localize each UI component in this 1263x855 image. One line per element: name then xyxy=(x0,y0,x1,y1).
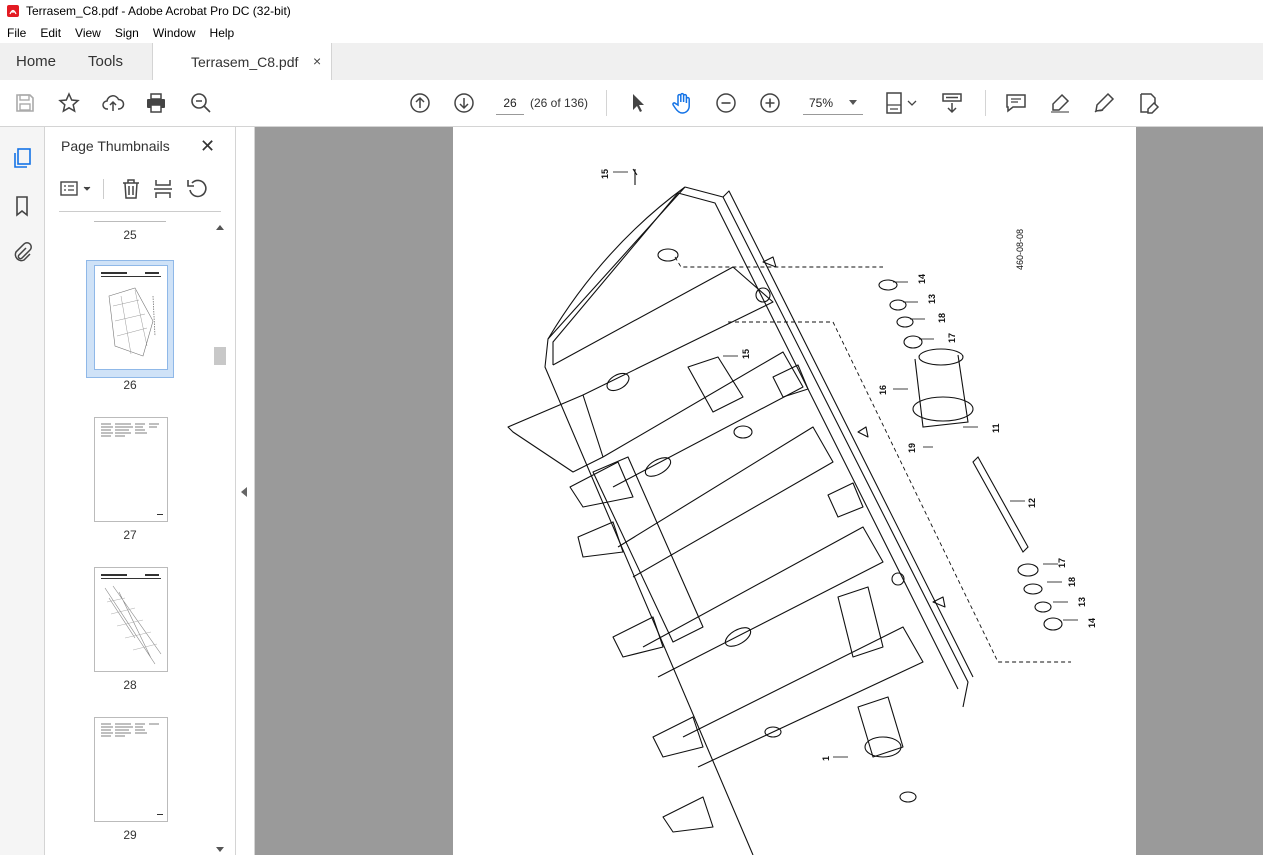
menu-window[interactable]: Window xyxy=(146,26,203,40)
callout-16: 16 xyxy=(878,385,888,395)
pdf-page: 15 14 13 18 17 15 16 11 19 12 17 18 13 1… xyxy=(453,127,1136,855)
menu-sign[interactable]: Sign xyxy=(108,26,146,40)
menu-view[interactable]: View xyxy=(68,26,108,40)
page-thumbnails-icon[interactable] xyxy=(11,147,33,169)
page-number-input[interactable]: 26 xyxy=(496,92,524,115)
thumbnail-label-27: 27 xyxy=(123,528,137,542)
tab-bar: Home Tools Terrasem_C8.pdf × xyxy=(0,43,1263,81)
star-icon[interactable] xyxy=(57,91,81,115)
menu-bar: File Edit View Sign Window Help xyxy=(0,22,1263,43)
callout-13b: 13 xyxy=(1077,597,1087,607)
page-thumbnails-panel: Page Thumbnails ✕ 25 26 27 28 29 xyxy=(45,127,236,855)
scroll-down-icon[interactable] xyxy=(216,847,224,852)
exploded-parts-drawing: 15 14 13 18 17 15 16 11 19 12 17 18 13 1… xyxy=(507,168,1097,855)
delete-page-icon[interactable] xyxy=(119,177,143,201)
page-thumbnail-28[interactable] xyxy=(94,567,168,672)
acrobat-icon xyxy=(7,5,19,17)
menu-file[interactable]: File xyxy=(0,26,33,40)
save-icon[interactable] xyxy=(13,91,37,115)
thumbnail-preview-27 xyxy=(101,423,163,515)
window-title: Terrasem_C8.pdf - Adobe Acrobat Pro DC (… xyxy=(26,4,291,18)
hand-tool-icon[interactable] xyxy=(670,91,694,115)
callout-13: 13 xyxy=(927,294,937,304)
toolbar-divider xyxy=(985,90,986,116)
print-icon[interactable] xyxy=(144,91,168,115)
bookmark-icon[interactable] xyxy=(11,195,33,217)
callout-14b: 14 xyxy=(1087,618,1097,628)
toolbar-divider xyxy=(103,179,104,199)
callout-12: 12 xyxy=(1027,498,1037,508)
chevron-down-icon xyxy=(849,100,857,105)
tab-tools[interactable]: Tools xyxy=(88,43,123,80)
drawing-code: 460-08-08 xyxy=(1015,229,1025,270)
zoom-out-icon[interactable] xyxy=(714,91,738,115)
zoom-in-icon[interactable] xyxy=(758,91,782,115)
edit-pdf-icon[interactable] xyxy=(1136,91,1160,115)
menu-help[interactable]: Help xyxy=(203,26,242,40)
zoom-level-select[interactable]: 75% xyxy=(803,92,863,115)
document-viewer[interactable]: 15 14 13 18 17 15 16 11 19 12 17 18 13 1… xyxy=(255,127,1263,855)
zoom-search-icon[interactable] xyxy=(189,91,213,115)
thumbnail-options-icon[interactable] xyxy=(59,177,93,201)
attachment-icon[interactable] xyxy=(11,241,33,263)
callout-11: 11 xyxy=(991,423,1001,433)
fill-sign-icon[interactable] xyxy=(1092,91,1116,115)
rotate-page-icon[interactable] xyxy=(185,177,209,201)
main-toolbar: 26 (26 of 136) 75% xyxy=(0,80,1263,127)
tab-document-label: Terrasem_C8.pdf xyxy=(191,54,299,70)
page-thumbnail-29[interactable] xyxy=(94,717,168,822)
callout-17b: 17 xyxy=(1057,558,1067,568)
title-bar: Terrasem_C8.pdf - Adobe Acrobat Pro DC (… xyxy=(0,0,1263,22)
callout-18b: 18 xyxy=(1067,577,1077,587)
comment-icon[interactable] xyxy=(1004,91,1028,115)
navigation-rail xyxy=(0,127,45,855)
panel-title: Page Thumbnails xyxy=(61,138,170,154)
scroll-thumb[interactable] xyxy=(214,347,226,365)
thumbnail-scrollbar[interactable] xyxy=(213,222,227,855)
collapse-panel-strip[interactable] xyxy=(236,127,255,855)
next-page-icon[interactable] xyxy=(452,91,476,115)
select-cursor-icon[interactable] xyxy=(626,91,650,115)
collapse-arrow-icon xyxy=(241,487,247,497)
callout-14: 14 xyxy=(917,274,927,284)
close-panel-icon[interactable]: ✕ xyxy=(200,136,215,157)
previous-page-icon[interactable] xyxy=(408,91,432,115)
menu-edit[interactable]: Edit xyxy=(33,26,68,40)
thumbnail-label-28: 28 xyxy=(123,678,137,692)
thumbnail-preview-28 xyxy=(101,574,162,665)
close-tab-icon[interactable]: × xyxy=(313,53,321,69)
scroll-up-icon[interactable] xyxy=(216,225,224,230)
panel-divider xyxy=(59,211,221,212)
tab-document[interactable]: Terrasem_C8.pdf × xyxy=(152,43,332,81)
callout-15: 15 xyxy=(600,169,610,179)
zoom-level-value: 75% xyxy=(809,96,834,110)
thumbnail-label-29: 29 xyxy=(123,828,137,842)
page-thumbnail-27[interactable] xyxy=(94,417,168,522)
page-thumbnail-25[interactable] xyxy=(94,213,166,222)
highlight-pen-icon[interactable] xyxy=(1048,91,1072,115)
page-fit-icon[interactable] xyxy=(884,91,920,115)
thumbnail-label-25: 25 xyxy=(123,228,137,242)
scroll-mode-icon[interactable] xyxy=(940,91,964,115)
thumbnail-preview-26 xyxy=(101,272,161,357)
toolbar-divider xyxy=(606,90,607,116)
page-count: (26 of 136) xyxy=(530,96,589,110)
page-thumbnail-26[interactable] xyxy=(94,265,168,370)
upload-cloud-icon[interactable] xyxy=(101,91,125,115)
thumbnail-label-26: 26 xyxy=(123,378,137,392)
thumbnail-preview-29 xyxy=(101,723,163,815)
insert-page-icon[interactable] xyxy=(151,177,175,201)
callout-19: 19 xyxy=(907,443,917,453)
thumbnail-toolbar xyxy=(59,177,221,205)
tab-home[interactable]: Home xyxy=(16,43,56,80)
callout-1: 1 xyxy=(821,756,831,761)
callout-15b: 15 xyxy=(741,349,751,359)
callout-18: 18 xyxy=(937,313,947,323)
callout-17: 17 xyxy=(947,333,957,343)
